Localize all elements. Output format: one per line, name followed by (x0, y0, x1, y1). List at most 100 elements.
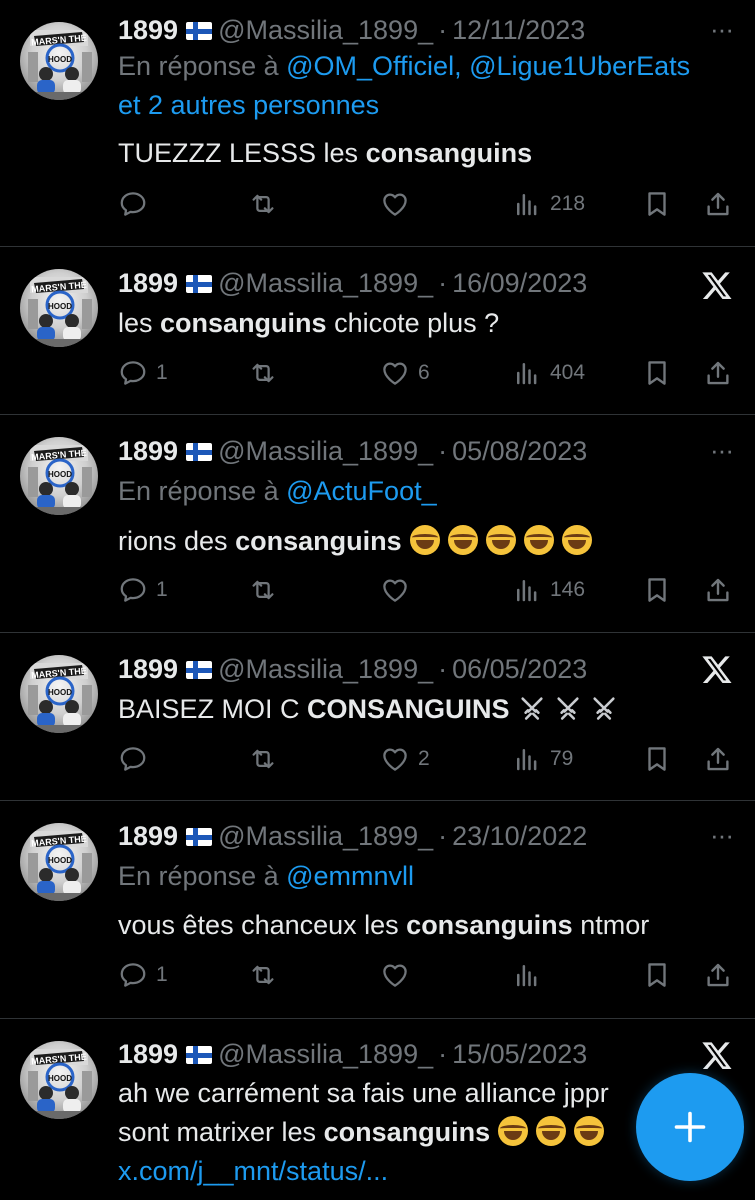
handle[interactable]: @Massilia_1899_ (218, 654, 433, 684)
reply-icon (118, 575, 148, 605)
more-icon[interactable]: ··· (710, 14, 734, 45)
laughing-emoji-icon (447, 525, 478, 555)
reply-button[interactable]: 1 (118, 356, 168, 390)
tweet-4[interactable]: 1899 @Massilia_1899_ · 06/05/2023 BAISEZ MO… (0, 633, 755, 801)
timestamp[interactable]: 23/10/2022 (452, 821, 587, 851)
like-button[interactable]: 2 (380, 742, 430, 776)
mention-more-link[interactable]: et 2 autres personnes (118, 90, 379, 120)
tweet-text: BAISEZ MOI C CONSANGUINS (118, 690, 618, 729)
share-icon (703, 744, 733, 774)
views-button[interactable] (512, 958, 542, 992)
avatar-image (20, 823, 98, 901)
separator: · (438, 268, 448, 298)
action-bar: 1 (118, 958, 738, 992)
handle[interactable]: @Massilia_1899_ (218, 821, 433, 851)
display-name[interactable]: 1899 (118, 436, 178, 466)
like-button[interactable] (380, 573, 410, 607)
x-logo-icon[interactable] (701, 653, 733, 685)
avatar[interactable] (20, 22, 98, 100)
views-count: 146 (550, 578, 586, 601)
handle[interactable]: @Massilia_1899_ (218, 436, 433, 466)
reply-count: 1 (156, 361, 168, 384)
display-name[interactable]: 1899 (118, 1039, 178, 1069)
crossed-swords-icon (590, 694, 618, 722)
text-bold: CONSANGUINS (307, 694, 510, 724)
views-button[interactable]: 79 (512, 742, 573, 776)
laughing-emoji-icon (409, 525, 440, 555)
avatar[interactable] (20, 437, 98, 515)
avatar-image (20, 269, 98, 347)
x-logo-icon[interactable] (701, 1039, 733, 1071)
reply-button[interactable] (118, 742, 148, 776)
retweet-icon (248, 575, 278, 605)
avatar[interactable] (20, 823, 98, 901)
retweet-button[interactable] (248, 573, 278, 607)
views-button[interactable]: 404 (512, 356, 585, 390)
timestamp[interactable]: 12/11/2023 (452, 15, 585, 45)
x-logo-icon[interactable] (701, 269, 733, 301)
views-button[interactable]: 146 (512, 573, 585, 607)
reply-button[interactable]: 1 (118, 573, 168, 607)
timestamp[interactable]: 15/05/2023 (452, 1039, 587, 1069)
share-button[interactable] (703, 187, 733, 221)
retweet-button[interactable] (248, 958, 278, 992)
tweet-text: TUEZZZ LESSS les consanguins (118, 134, 532, 173)
like-button[interactable]: 6 (380, 356, 430, 390)
handle[interactable]: @Massilia_1899_ (218, 1039, 433, 1069)
reply-context: En réponse à @OM_Officiel, @Ligue1UberEa… (118, 47, 690, 125)
share-button[interactable] (703, 742, 733, 776)
reply-button[interactable] (118, 187, 148, 221)
share-button[interactable] (703, 958, 733, 992)
mention-link[interactable]: @emmnvll (286, 861, 414, 891)
share-button[interactable] (703, 573, 733, 607)
bookmark-button[interactable] (642, 573, 672, 607)
like-button[interactable] (380, 187, 410, 221)
views-count: 218 (550, 192, 586, 215)
share-icon (703, 358, 733, 388)
status-link[interactable]: x.com/j__mnt/status/... (118, 1156, 388, 1186)
timestamp[interactable]: 06/05/2023 (452, 654, 587, 684)
compose-button[interactable] (636, 1073, 744, 1181)
bookmark-button[interactable] (642, 958, 672, 992)
retweet-button[interactable] (248, 187, 278, 221)
bookmark-button[interactable] (642, 356, 672, 390)
handle[interactable]: @Massilia_1899_ (218, 268, 433, 298)
more-icon[interactable]: ··· (710, 435, 734, 466)
display-name[interactable]: 1899 (118, 821, 178, 851)
avatar[interactable] (20, 1041, 98, 1119)
finland-flag-icon (186, 828, 213, 846)
views-icon (512, 189, 542, 219)
tweet-2[interactable]: 1899 @Massilia_1899_ · 16/09/2023 les consa… (0, 247, 755, 415)
text-part: chicote plus ? (326, 308, 500, 338)
views-button[interactable]: 218 (512, 187, 585, 221)
text-bold: consanguins (160, 308, 327, 338)
mention-link[interactable]: @ActuFoot_ (286, 476, 436, 506)
text-part: BAISEZ MOI C (118, 694, 308, 724)
mention-link[interactable]: @OM_Officiel, @Ligue1UberEats (286, 51, 690, 81)
avatar[interactable] (20, 269, 98, 347)
more-icon[interactable]: ··· (710, 820, 734, 851)
tweet-header: 1899 @Massilia_1899_ · 15/05/2023 (118, 1036, 587, 1072)
reply-icon (118, 960, 148, 990)
bookmark-button[interactable] (642, 187, 672, 221)
retweet-button[interactable] (248, 356, 278, 390)
timestamp[interactable]: 05/08/2023 (452, 436, 587, 466)
share-button[interactable] (703, 356, 733, 390)
timestamp[interactable]: 16/09/2023 (452, 268, 587, 298)
bookmark-button[interactable] (642, 742, 672, 776)
display-name[interactable]: 1899 (118, 654, 178, 684)
display-name[interactable]: 1899 (118, 15, 178, 45)
avatar[interactable] (20, 655, 98, 733)
tweet-5[interactable]: 1899 @Massilia_1899_ · 23/10/2022 ··· En ré… (0, 801, 755, 1019)
retweet-button[interactable] (248, 742, 278, 776)
reply-button[interactable]: 1 (118, 958, 168, 992)
reply-prefix: En réponse à (118, 51, 287, 81)
tweet-1[interactable]: 1899 @Massilia_1899_ · 12/11/2023 ··· En ré… (0, 0, 755, 247)
display-name[interactable]: 1899 (118, 268, 178, 298)
tweet-3[interactable]: 1899 @Massilia_1899_ · 05/08/2023 ··· En ré… (0, 415, 755, 633)
handle[interactable]: @Massilia_1899_ (218, 15, 433, 45)
share-icon (703, 960, 733, 990)
finland-flag-icon (186, 1046, 213, 1064)
like-button[interactable] (380, 958, 410, 992)
tweet-header: 1899 @Massilia_1899_ · 23/10/2022 (118, 818, 587, 854)
